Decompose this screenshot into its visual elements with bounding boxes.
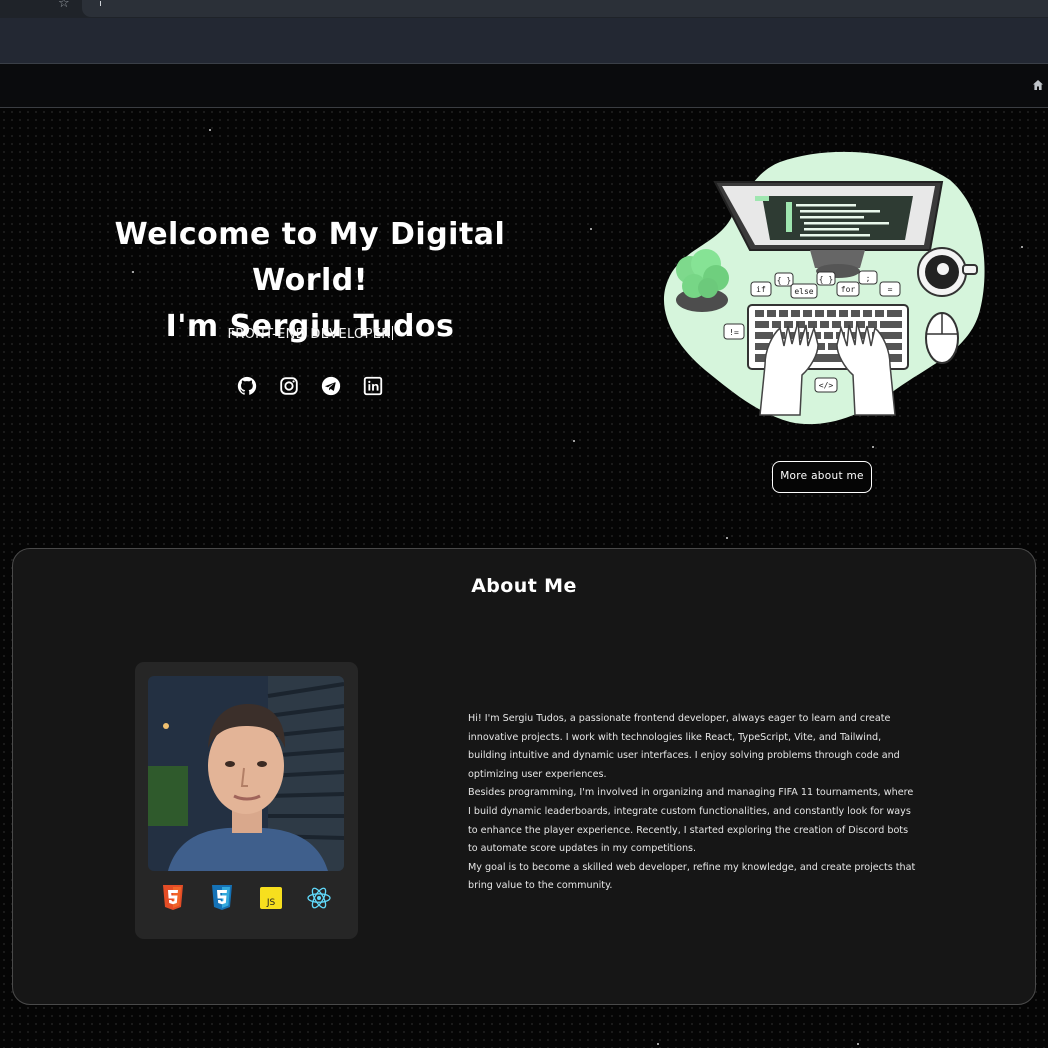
code-bubble-text: !=	[729, 328, 739, 337]
star	[1021, 246, 1023, 248]
browser-tab-strip: ☆	[0, 0, 1048, 18]
about-title: About Me	[471, 575, 577, 597]
about-paragraph: My goal is to become a skilled web devel…	[468, 861, 916, 892]
linkedin-icon[interactable]	[362, 375, 384, 397]
star	[857, 1043, 859, 1045]
developer-illustration: { } if else { } for ; = != </>	[663, 151, 985, 425]
about-paragraph: Hi! I'm Sergiu Tudos, a passionate front…	[468, 713, 900, 780]
typed-role-text: FRONT-END DEVELOPER	[227, 327, 391, 342]
about-paragraph: Besides programming, I'm involved in org…	[468, 787, 914, 855]
javascript-icon: JS	[260, 887, 282, 909]
hero-role: FRONT-END DEVELOPER	[160, 326, 460, 342]
html5-icon	[163, 885, 183, 910]
css3-icon	[212, 885, 232, 910]
about-text: Hi! I'm Sergiu Tudos, a passionate front…	[468, 710, 918, 896]
address-caret	[100, 1, 101, 6]
telegram-icon[interactable]	[320, 375, 342, 397]
mouse-icon	[925, 312, 959, 364]
hero-title-line1: Welcome to My Digital World!	[114, 217, 506, 298]
home-icon[interactable]	[1032, 79, 1044, 91]
code-bubble-text: </>	[819, 381, 834, 390]
address-bar[interactable]	[82, 0, 1048, 17]
star	[872, 446, 874, 448]
react-icon	[307, 887, 331, 909]
code-bubble-text: if	[756, 285, 766, 294]
star	[573, 440, 575, 442]
more-about-me-button[interactable]: More about me	[772, 461, 872, 493]
code-bubble-text: { }	[777, 276, 791, 285]
svg-text:JS: JS	[266, 898, 276, 908]
star	[209, 129, 211, 131]
code-bubble-text: =	[888, 285, 893, 294]
code-bubble-text: ;	[866, 274, 871, 283]
about-section: About Me JS Hi! I'm Sergiu Tudos, a pass…	[12, 548, 1036, 1005]
github-icon[interactable]	[236, 375, 258, 397]
code-bubble-text: else	[794, 287, 813, 296]
browser-toolbar	[0, 18, 1048, 64]
star	[726, 537, 728, 539]
social-links	[236, 375, 386, 397]
code-bubble-text: for	[841, 285, 856, 294]
star	[590, 228, 592, 230]
typing-cursor	[391, 326, 393, 340]
code-bubble-text: { }	[819, 275, 833, 284]
site-navbar	[0, 64, 1048, 108]
instagram-icon[interactable]	[278, 375, 300, 397]
profile-photo	[148, 676, 344, 871]
star	[657, 1043, 659, 1045]
profile-card: JS	[135, 662, 358, 939]
bookmark-star-icon[interactable]: ☆	[58, 0, 70, 11]
